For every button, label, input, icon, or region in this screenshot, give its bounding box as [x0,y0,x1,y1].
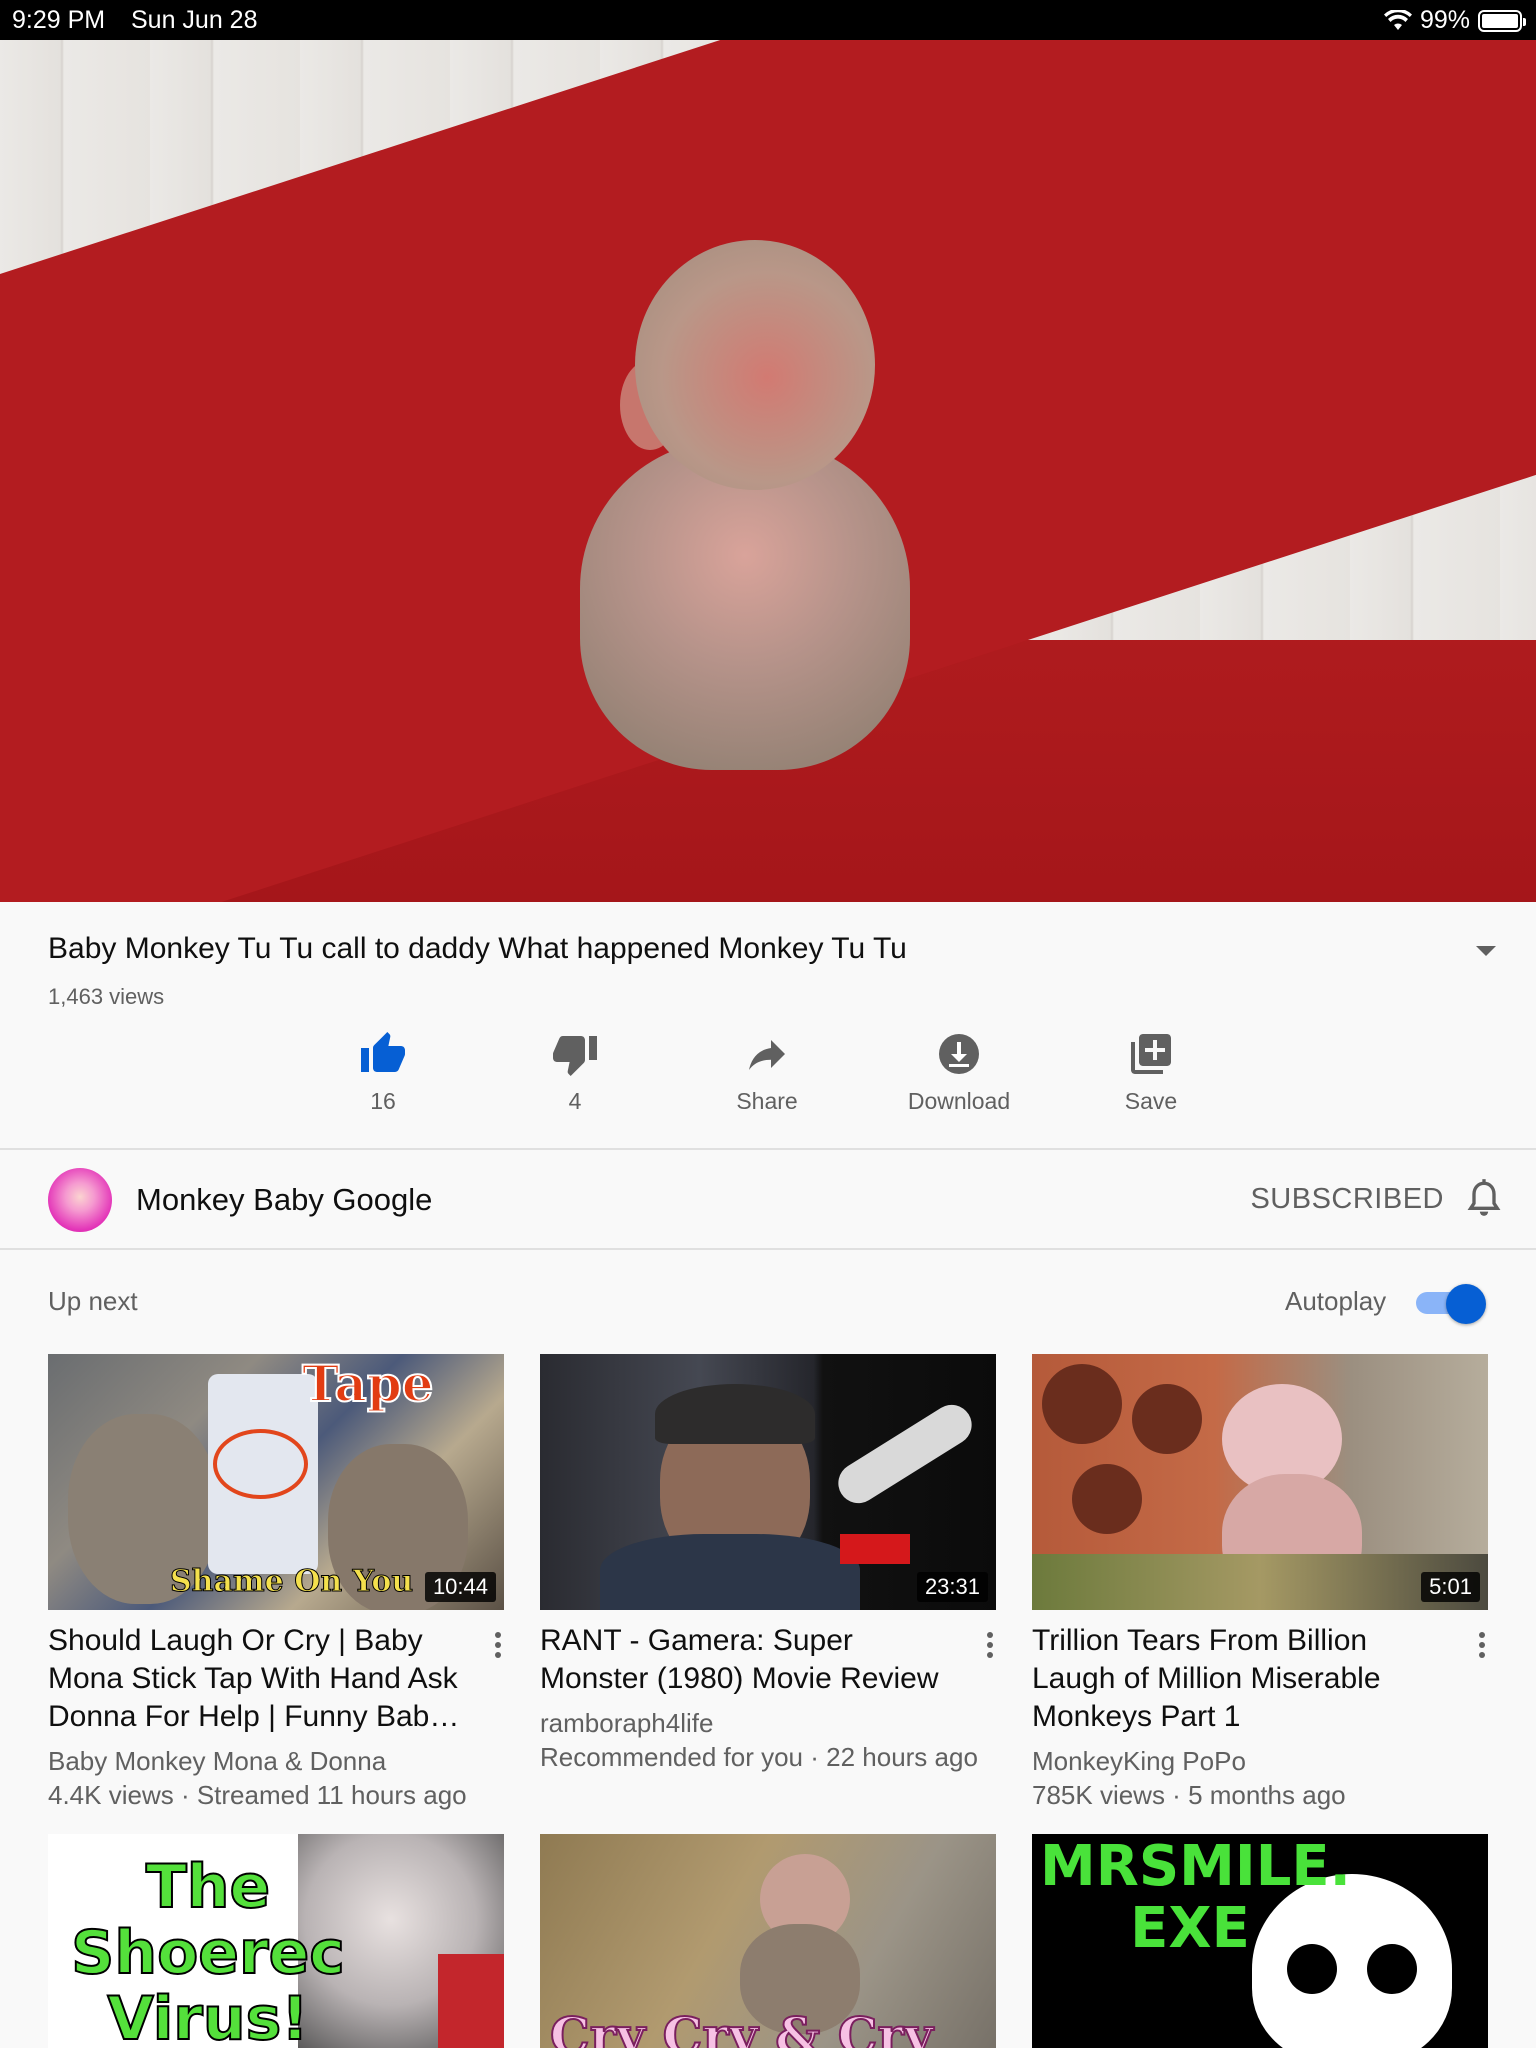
like-count: 16 [370,1088,396,1114]
channel-row[interactable]: Monkey Baby Google SUBSCRIBED [0,1152,1536,1248]
more-options-icon[interactable] [492,1632,504,1662]
more-options-icon[interactable] [1476,1632,1488,1662]
thumbs-down-icon [553,1036,597,1076]
video-card[interactable]: MRSMILE. EXE [1032,1834,1488,2048]
video-card[interactable]: The Shoerec Virus! [48,1834,504,2048]
save-button[interactable]: Save [1071,1030,1231,1115]
download-icon [939,1034,979,1074]
action-bar: 16 4 Share Download Save [0,1030,1536,1130]
video-card[interactable]: 5:01 Trillion Tears From Billion Laugh o… [1032,1354,1488,1810]
autoplay-toggle[interactable] [1416,1284,1488,1324]
video-card-channel: MonkeyKing PoPo [1032,1746,1246,1776]
video-card[interactable]: 23:31 RANT - Gamera: Super Monster (1980… [540,1354,996,1772]
share-button[interactable]: Share [687,1030,847,1115]
thumbnail-text: MRSMILE. EXE [1040,1834,1351,1961]
video-card-channel: ramboraph4life [540,1708,714,1738]
video-duration: 23:31 [916,1572,988,1602]
video-thumbnail[interactable]: 5:01 [1032,1354,1488,1610]
battery-icon [1478,9,1526,32]
download-button[interactable]: Download [879,1030,1039,1115]
wifi-icon [1383,9,1412,30]
video-card[interactable]: Cry Cry & Cry [540,1834,996,2048]
autoplay-label: Autoplay [1285,1286,1387,1316]
save-label: Save [1124,1088,1178,1114]
share-icon [749,1040,785,1070]
divider [0,1248,1536,1250]
download-label: Download [907,1088,1011,1114]
autoplay-toggle-knob [1446,1284,1486,1324]
video-thumbnail[interactable]: 23:31 [540,1354,996,1610]
thumbnail-text: The Shoerec Virus! [70,1852,346,2048]
video-thumbnail[interactable]: Cry Cry & Cry [540,1834,996,2048]
divider [0,1148,1536,1150]
battery-percent: 99% [1419,6,1470,34]
video-card-meta: 4.4K views · Streamed 11 hours ago [48,1780,467,1810]
subscribed-button[interactable]: SUBSCRIBED [1250,1183,1444,1216]
video-card-title[interactable]: RANT - Gamera: Super Monster (1980) Movi… [540,1622,960,1698]
video-duration: 10:44 [424,1572,496,1602]
video-card-title[interactable]: Should Laugh Or Cry | Baby Mona Stick Ta… [48,1622,468,1736]
channel-name[interactable]: Monkey Baby Google [136,1182,432,1218]
video-card-channel: Baby Monkey Mona & Donna [48,1746,387,1776]
thumbnail-text: Shame On You [169,1564,414,1600]
playlist-add-icon [1131,1034,1171,1074]
video-card-title[interactable]: Trillion Tears From Billion Laugh of Mil… [1032,1622,1452,1736]
thumbs-up-icon [361,1032,405,1072]
video-thumbnail[interactable]: MRSMILE. EXE [1032,1834,1488,2048]
thumbnail-text: Tape [301,1354,435,1414]
status-bar: 9:29 PM Sun Jun 28 99% [0,0,1536,40]
view-count: 1,463 views [48,984,165,1009]
more-options-icon[interactable] [984,1632,996,1662]
video-card-meta: 785K views · 5 months ago [1032,1780,1346,1810]
notification-bell-icon[interactable] [1464,1178,1504,1222]
video-title[interactable]: Baby Monkey Tu Tu call to daddy What hap… [48,932,1428,966]
video-thumbnail[interactable]: The Shoerec Virus! [48,1834,504,2048]
up-next-heading: Up next [48,1286,138,1316]
like-button[interactable]: 16 [303,1030,463,1115]
video-card[interactable]: Tape Shame On You 10:44 Should Laugh Or … [48,1354,504,1810]
video-frame-monkey-head [635,240,875,490]
share-label: Share [736,1088,798,1114]
video-duration: 5:01 [1421,1572,1480,1602]
channel-avatar[interactable] [48,1168,112,1232]
thumbnail-text: Cry Cry & Cry [549,2005,934,2048]
expand-description-icon[interactable] [1476,946,1496,956]
status-time: 9:29 PM [12,6,106,34]
dislike-count: 4 [568,1088,582,1114]
status-date: Sun Jun 28 [131,6,258,34]
video-player[interactable] [0,40,1536,902]
video-card-meta: Recommended for you · 22 hours ago [540,1742,978,1772]
video-thumbnail[interactable]: Tape Shame On You 10:44 [48,1354,504,1610]
dislike-button[interactable]: 4 [495,1030,655,1115]
